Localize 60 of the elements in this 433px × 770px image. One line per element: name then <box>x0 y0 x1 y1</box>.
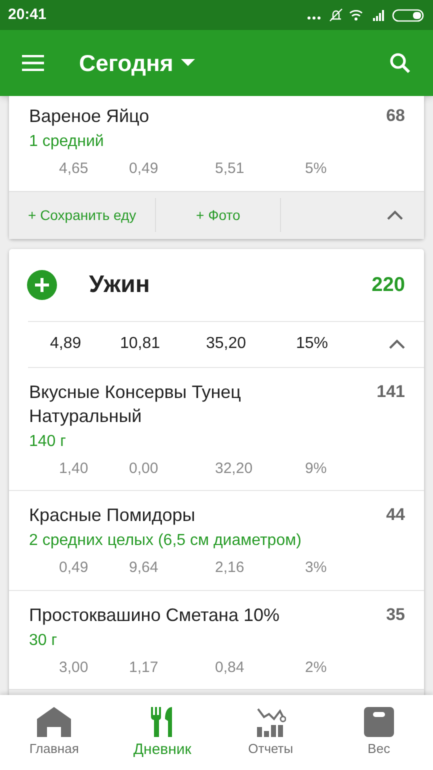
macro-value: 4,89 <box>50 334 82 354</box>
nav-tab[interactable]: Дневник <box>108 705 216 762</box>
search-icon[interactable] <box>389 52 411 74</box>
status-time: 20:41 <box>8 4 46 25</box>
macro-value: 2,16 <box>215 558 246 578</box>
chart-icon <box>256 707 286 737</box>
macro-value: 9% <box>305 458 328 478</box>
nav-tab[interactable]: Главная <box>0 705 108 758</box>
fork-knife-icon <box>151 707 174 737</box>
food-calories: 35 <box>386 604 405 626</box>
more-icon <box>308 16 320 20</box>
muted-bell-icon <box>329 8 343 22</box>
collapse-icon[interactable] <box>389 339 405 349</box>
add-icon[interactable] <box>27 270 57 300</box>
nav-tab[interactable]: Отчеты <box>216 705 325 758</box>
meal-title: Ужин <box>89 270 150 300</box>
macro-value: 1,40 <box>59 458 90 478</box>
serving-size: 30 г <box>29 630 58 650</box>
macro-value: 35,20 <box>206 334 248 354</box>
macro-value: 5,51 <box>215 159 246 179</box>
macro-value: 32,20 <box>215 458 254 478</box>
macro-value: 3% <box>305 558 328 578</box>
macro-value: 1,17 <box>129 658 160 678</box>
wifi-icon <box>349 10 363 20</box>
food-name: Простоквашино Сметана 10% <box>29 604 281 626</box>
macro-value: 3,00 <box>59 658 90 678</box>
macro-value: 5% <box>305 159 328 179</box>
scale-icon <box>364 707 394 737</box>
food-item[interactable]: Красные Помидоры 44 2 средних целых (6,5 см диаметром) 0,49 9,64 2,16 3% <box>9 490 424 590</box>
caret-icon <box>181 59 196 67</box>
photo-button[interactable]: + Фото <box>156 198 282 232</box>
signal-icon <box>373 10 384 21</box>
home-icon <box>37 707 72 737</box>
food-calories: 68 <box>386 105 405 127</box>
food-calories: 141 <box>376 380 405 402</box>
food-name: Вкусные Консервы Тунец Натуральный <box>29 380 242 428</box>
serving-size: 140 г <box>29 432 67 452</box>
macro-value: 0,49 <box>59 558 90 578</box>
macro-value: 9,64 <box>129 558 160 578</box>
macro-value: 0,49 <box>129 159 160 179</box>
food-item[interactable]: Вкусные Консервы Тунец Натуральный 141 140 г 1,40 0,00 32,20 9% <box>9 368 424 490</box>
food-name: Красные Помидоры <box>29 504 196 527</box>
serving-size: 2 средних целых (6,5 см диаметром) <box>29 531 302 551</box>
battery-icon <box>392 9 424 22</box>
macro-value: 2% <box>305 658 328 678</box>
meal-calories: 220 <box>372 272 405 298</box>
date-dropdown[interactable]: Сегодня <box>79 46 196 80</box>
macro-value: 15% <box>296 334 330 354</box>
serving-size: 1 средний <box>29 132 105 152</box>
macro-value: 0,84 <box>215 658 246 678</box>
macro-value: 0,00 <box>129 458 160 478</box>
food-name: Вареное Яйцо <box>29 105 150 128</box>
nav-tab[interactable]: Вес <box>324 705 433 758</box>
collapse-icon[interactable] <box>387 210 403 220</box>
macro-value: 10,81 <box>120 334 162 354</box>
food-calories: 44 <box>386 504 405 526</box>
food-item[interactable]: Вареное Яйцо 68 1 средний 4,65 0,49 5,51 5% <box>9 96 424 190</box>
macro-value: 4,65 <box>59 159 90 179</box>
save-food-button[interactable]: + Сохранить еду <box>9 198 156 232</box>
menu-icon[interactable] <box>22 55 44 71</box>
